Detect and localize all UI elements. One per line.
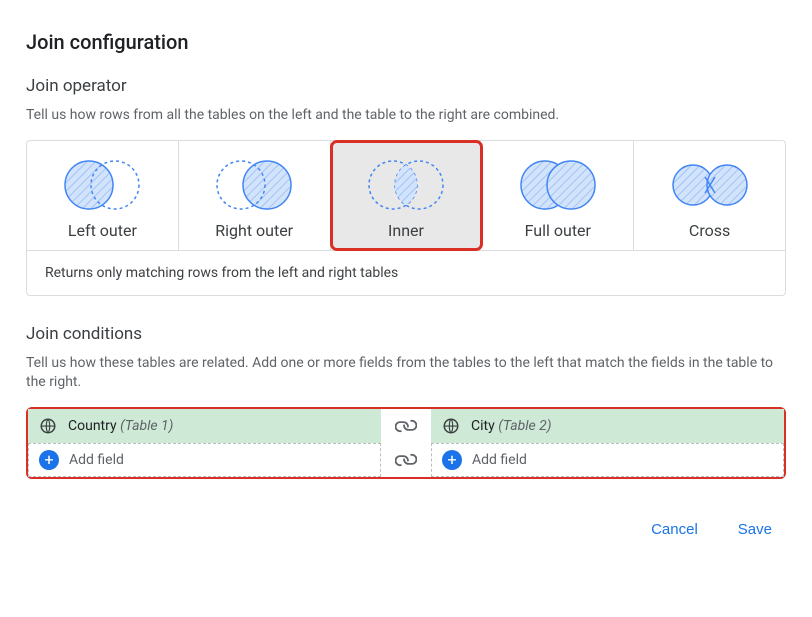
dialog-footer: Cancel Save	[26, 515, 786, 544]
right-field-chip[interactable]: City (Table 2)	[431, 409, 784, 443]
conditions-panel: Country (Table 1) City (Table 2) + Add f…	[26, 407, 786, 479]
link-icon	[381, 443, 431, 477]
venn-right-outer-icon	[209, 157, 299, 213]
left-field-chip[interactable]: Country (Table 1)	[28, 409, 381, 443]
operator-right-outer[interactable]: Right outer	[179, 141, 331, 250]
operator-label: Cross	[634, 221, 785, 240]
add-field-label: Add field	[472, 452, 527, 468]
field-name: Country	[68, 418, 117, 434]
operator-inner[interactable]: Inner	[331, 141, 483, 250]
link-icon	[381, 409, 431, 443]
operator-explanation: Returns only matching rows from the left…	[27, 250, 785, 295]
add-field-label: Add field	[69, 452, 124, 468]
operator-left-outer[interactable]: Left outer	[27, 141, 179, 250]
venn-full-outer-icon	[513, 157, 603, 213]
operator-description: Tell us how rows from all the tables on …	[26, 106, 786, 126]
conditions-description: Tell us how these tables are related. Ad…	[26, 354, 786, 393]
operator-label: Inner	[331, 221, 482, 240]
venn-left-outer-icon	[57, 157, 147, 213]
operator-cross[interactable]: Cross	[634, 141, 785, 250]
operator-label: Right outer	[179, 221, 330, 240]
plus-icon: +	[39, 450, 59, 470]
save-button[interactable]: Save	[734, 515, 776, 544]
venn-inner-icon	[361, 157, 451, 213]
venn-cross-icon	[665, 157, 755, 213]
operator-label: Left outer	[27, 221, 178, 240]
globe-icon	[38, 416, 58, 436]
cancel-button[interactable]: Cancel	[647, 515, 702, 544]
operator-heading: Join operator	[26, 76, 786, 96]
operator-label: Full outer	[482, 221, 633, 240]
globe-icon	[441, 416, 461, 436]
dialog-title: Join configuration	[26, 30, 786, 54]
add-right-field[interactable]: + Add field	[431, 443, 784, 477]
operator-full-outer[interactable]: Full outer	[482, 141, 634, 250]
conditions-heading: Join conditions	[26, 324, 786, 344]
add-left-field[interactable]: + Add field	[28, 443, 381, 477]
table-name: (Table 1)	[120, 418, 173, 434]
plus-icon: +	[442, 450, 462, 470]
operator-selector: Left outer Right outer Inner	[26, 140, 786, 296]
table-name: (Table 2)	[498, 418, 551, 434]
field-name: City	[471, 418, 495, 434]
